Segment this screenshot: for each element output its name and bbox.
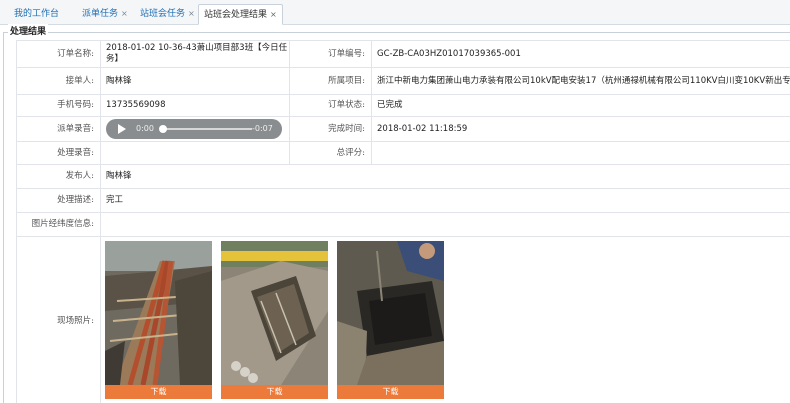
- phone-value: 13735569098: [100, 94, 290, 117]
- publisher-label: 发布人:: [16, 164, 101, 189]
- result-table: 订单名称: 2018-01-02 10-36-43萧山项目部3班【今日任务】 订…: [16, 40, 790, 403]
- geo-label: 图片经纬度信息:: [16, 212, 101, 237]
- photos-cell: 下载 下载 下载: [100, 236, 790, 403]
- download-button[interactable]: 下载: [105, 384, 212, 399]
- site-photo-3[interactable]: 下载: [337, 240, 444, 399]
- table-row: 处理描述: 完工: [16, 188, 790, 213]
- tab-shift-meeting-results[interactable]: 站班会处理结果 ×: [198, 4, 283, 25]
- audio-current-time: 0:00: [136, 124, 154, 133]
- audio-seek-handle[interactable]: [159, 125, 167, 133]
- section-title: 处理结果: [8, 24, 49, 37]
- project-label: 所属项目:: [289, 67, 372, 95]
- order-no-value: GC-ZB-CA03HZ01017039365-001: [371, 40, 790, 68]
- description-label: 处理描述:: [16, 188, 101, 213]
- table-row: 订单名称: 2018-01-02 10-36-43萧山项目部3班【今日任务】 订…: [16, 40, 790, 68]
- process-audio-value: [100, 141, 290, 165]
- tab-shift-meeting-tasks[interactable]: 站班会任务 ×: [140, 4, 195, 25]
- photo-gallery: 下载 下载 下载: [101, 238, 790, 403]
- tab-bar: 我的工作台 派单任务 × 站班会任务 × 站班会处理结果 ×: [0, 0, 790, 25]
- receiver-label: 接单人:: [16, 67, 101, 95]
- download-button[interactable]: 下载: [337, 384, 444, 399]
- tab-label: 我的工作台: [14, 9, 60, 19]
- table-row: 接单人: 陶林锋 所属项目: 浙江中新电力集团萧山电力承装有限公司10kV配电安…: [16, 67, 790, 95]
- status-value: 已完成: [371, 94, 790, 117]
- audio-remaining-time: -0:07: [252, 124, 273, 133]
- dispatch-audio-cell: 0:00 -0:07: [100, 116, 290, 142]
- process-audio-label: 处理录音:: [16, 141, 101, 165]
- audio-player[interactable]: 0:00 -0:07: [106, 119, 282, 139]
- receiver-value: 陶林锋: [100, 67, 290, 95]
- close-icon[interactable]: ×: [121, 9, 128, 18]
- play-icon[interactable]: [118, 124, 126, 134]
- site-photo-2[interactable]: 下载: [221, 240, 328, 399]
- phone-label: 手机号码:: [16, 94, 101, 117]
- close-icon[interactable]: ×: [270, 10, 277, 19]
- table-row: 发布人: 陶林锋: [16, 164, 790, 189]
- publisher-value: 陶林锋: [100, 164, 790, 189]
- table-row: 图片经纬度信息:: [16, 212, 790, 237]
- description-value: 完工: [100, 188, 790, 213]
- site-photo-1[interactable]: 下载: [105, 240, 212, 399]
- dispatch-audio-label: 派单录音:: [16, 116, 101, 142]
- download-button[interactable]: 下载: [221, 384, 328, 399]
- project-value: 浙江中新电力集团萧山电力承装有限公司10kV配电安装17（杭州通禄机械有限公司1…: [371, 67, 790, 95]
- status-label: 订单状态:: [289, 94, 372, 117]
- close-icon[interactable]: ×: [188, 9, 195, 18]
- tab-workbench[interactable]: 我的工作台: [14, 4, 59, 25]
- table-row: 现场照片: 下载 下载 下载: [16, 236, 790, 403]
- site-photo-pipes: [105, 240, 212, 385]
- site-photo-trench: [221, 240, 328, 385]
- finish-time-value: 2018-01-02 11:18:59: [371, 116, 790, 142]
- site-photo-pit: [337, 240, 444, 385]
- tab-label: 站班会处理结果: [204, 10, 268, 20]
- tab-label: 站班会任务: [140, 9, 186, 19]
- score-label: 总评分:: [289, 141, 372, 165]
- order-no-label: 订单编号:: [289, 40, 372, 68]
- order-name-value: 2018-01-02 10-36-43萧山项目部3班【今日任务】: [100, 40, 290, 68]
- audio-progress-track[interactable]: [162, 128, 252, 130]
- tab-label: 派单任务: [82, 9, 119, 19]
- geo-value: [100, 212, 790, 237]
- table-row: 派单录音: 0:00 -0:07 完成时间: 2018-01-02 11:18:…: [16, 116, 790, 142]
- score-value: [371, 141, 790, 165]
- tab-dispatch-tasks[interactable]: 派单任务 ×: [82, 4, 128, 25]
- table-row: 手机号码: 13735569098 订单状态: 已完成: [16, 94, 790, 117]
- finish-time-label: 完成时间:: [289, 116, 372, 142]
- table-row: 处理录音: 总评分:: [16, 141, 790, 165]
- order-name-label: 订单名称:: [16, 40, 101, 68]
- photos-label: 现场照片:: [16, 236, 101, 403]
